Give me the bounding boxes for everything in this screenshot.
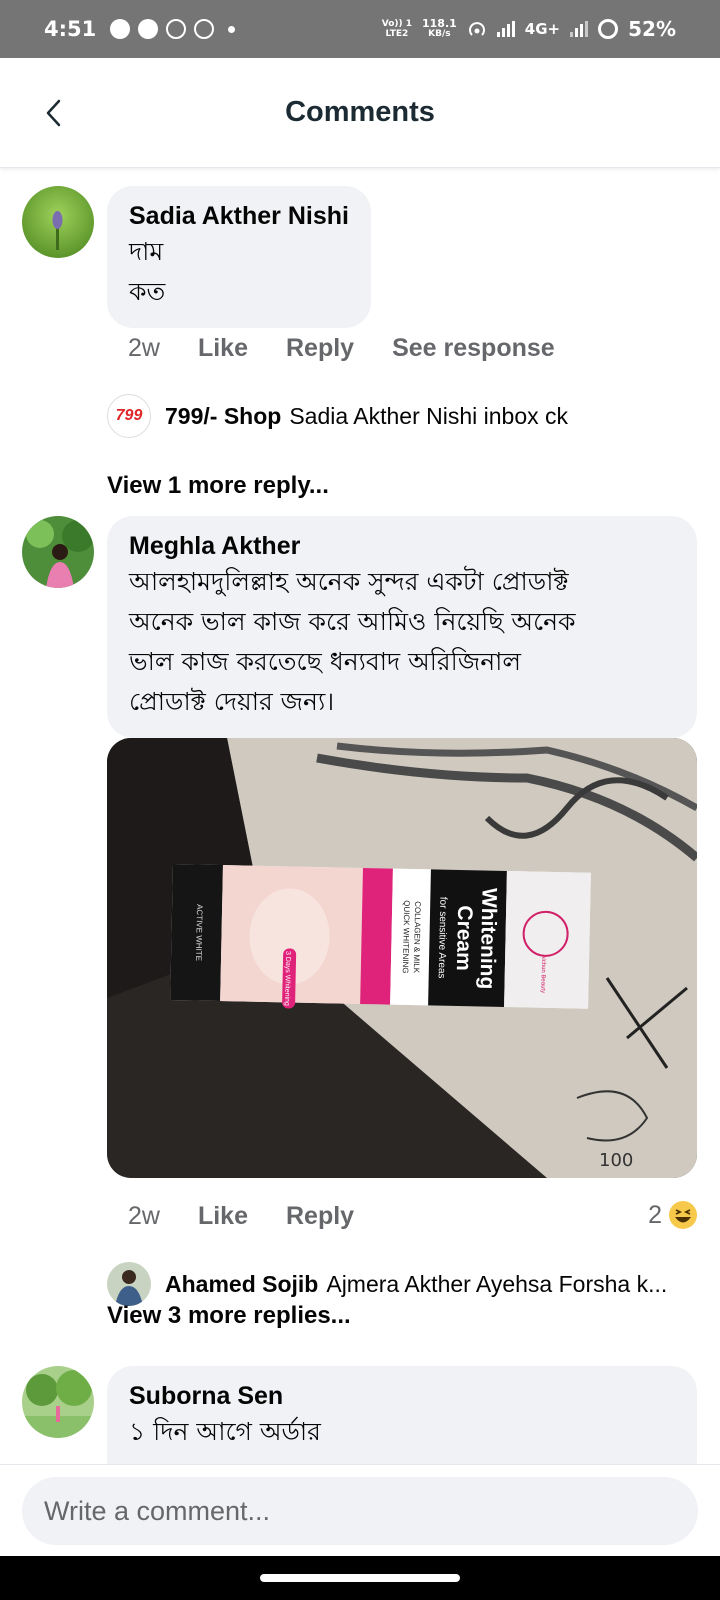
product-line-c: ACTIVE WHITE: [194, 904, 204, 961]
reply-button[interactable]: Reply: [286, 334, 354, 363]
reply-avatar[interactable]: 799: [107, 394, 151, 438]
messenger-icon: [138, 19, 159, 39]
more-notifications-icon: [228, 25, 236, 33]
reply-author[interactable]: Ahamed Sojib: [165, 1271, 318, 1298]
comments-feed[interactable]: Sadia Akther Nishi দাম কত 2w Like Reply …: [0, 168, 720, 1464]
laugh-emoji-icon: [669, 1201, 697, 1229]
product-line-b: QUICK WHITENING: [401, 900, 412, 974]
product-badge: 3 Days Whitening: [283, 951, 291, 1006]
signal-icon: [496, 21, 515, 37]
messenger-icon: [110, 19, 131, 39]
avatar-image: [107, 1262, 151, 1306]
view-more-replies-button[interactable]: View 1 more reply...: [107, 472, 329, 500]
status-bar: 4:51 Vo)) 1 LTE2 118.1 KB/s 4G+ 52%: [0, 0, 720, 58]
reply-preview[interactable]: Ahamed Sojib Ajmera Akther Ayehsa Forsha…: [107, 1262, 687, 1306]
avatar[interactable]: [22, 516, 94, 588]
like-button[interactable]: Like: [198, 334, 248, 363]
comment-actions: 2w Like Reply See response: [128, 334, 555, 363]
reply-preview[interactable]: 799 799/- Shop Sadia Akther Nishi inbox …: [107, 394, 687, 438]
network-type: 4G+: [524, 20, 561, 38]
comment-time: 2w: [128, 334, 160, 362]
shop-logo: 799: [115, 407, 143, 424]
comment-text-line: অনেক ভাল কাজ করে আমিও নিয়েছি অনেক: [129, 607, 576, 636]
avatar-image: [22, 516, 94, 588]
avatar[interactable]: [22, 1366, 94, 1438]
home-gesture-handle[interactable]: [260, 1574, 460, 1582]
product-line-a: COLLAGEN & MILK: [412, 901, 423, 974]
comment: Meghla Akther আলহামদুলিল্লাহ অনেক সুন্দর…: [0, 516, 720, 1356]
reply-button[interactable]: Reply: [286, 1202, 354, 1231]
comment-text-line: আলহামদুলিল্লাহ অনেক সুন্দর একটা প্রোডাক্…: [129, 567, 569, 596]
comment-photo[interactable]: 100 Whitening Cream for sensitive Areas …: [107, 738, 697, 1178]
reply-text: Ajmera Akther Ayehsa Forsha k...: [326, 1270, 668, 1297]
status-time: 4:51: [44, 17, 97, 41]
comment-text-line: দাম: [129, 237, 164, 266]
comment-author[interactable]: Sadia Akther Nishi: [129, 200, 349, 232]
comment-bubble[interactable]: Meghla Akther আলহামদুলিল্লাহ অনেক সুন্দর…: [107, 516, 697, 738]
product-subtitle: for sensitive Areas: [436, 897, 449, 979]
reactions[interactable]: 2: [648, 1200, 698, 1230]
like-button[interactable]: Like: [198, 1202, 248, 1231]
avatar[interactable]: [22, 186, 94, 258]
comment: Sadia Akther Nishi দাম কত 2w Like Reply …: [0, 186, 720, 499]
reply-author[interactable]: 799/- Shop: [165, 403, 281, 430]
reaction-count: 2: [648, 1200, 662, 1229]
comment-bubble[interactable]: Suborna Sen ১ দিন আগে অর্ডার: [107, 1366, 697, 1464]
handwriting-text: 100: [599, 1150, 633, 1171]
hotspot-icon: [468, 22, 485, 36]
reply-text: Sadia Akther Nishi inbox ck: [289, 402, 569, 429]
battery-icon: [598, 19, 619, 39]
comment-text-line: ১ দিন আগে অর্ডার: [129, 1417, 321, 1446]
data-saver-icon: [166, 19, 187, 39]
signal-icon-2: [570, 21, 589, 37]
volte-indicator: Vo)) 1 LTE2: [381, 19, 412, 39]
product-name-line1: Whitening: [475, 888, 500, 990]
comment-text-line: কত: [129, 277, 166, 306]
comment-text-line: প্রোডাক্ট দেয়ার জন্য।: [129, 687, 335, 716]
comment-text-line: ভাল কাজ করতেছে ধন্যবাদ অরিজিনাল: [129, 647, 521, 676]
comment-author[interactable]: Suborna Sen: [129, 1380, 675, 1412]
comment-composer: [0, 1464, 720, 1556]
reply-avatar[interactable]: [107, 1262, 151, 1306]
header: Comments: [0, 58, 720, 168]
comment-actions: 2w Like Reply: [128, 1202, 354, 1231]
product-brand: Aichun Beauty: [539, 954, 546, 993]
product-photo: 100 Whitening Cream for sensitive Areas …: [107, 738, 697, 1178]
status-right: Vo)) 1 LTE2 118.1 KB/s 4G+ 52%: [382, 17, 676, 41]
system-nav-bar: [0, 1556, 720, 1600]
view-more-replies-button[interactable]: View 3 more replies...: [107, 1302, 351, 1330]
notification-icons: [110, 19, 236, 39]
chevron-left-icon: [46, 99, 61, 127]
product-name-line2: Cream: [452, 905, 476, 971]
comment-time: 2w: [128, 1202, 160, 1230]
avatar-image: [22, 1366, 94, 1438]
see-response-button[interactable]: See response: [392, 334, 555, 363]
comment-bubble[interactable]: Sadia Akther Nishi দাম কত: [107, 186, 371, 328]
back-button[interactable]: [38, 93, 68, 133]
page-title: Comments: [285, 96, 435, 128]
comment-author[interactable]: Meghla Akther: [129, 530, 675, 562]
avatar-image: [22, 186, 94, 258]
network-speed: 118.1 KB/s: [422, 17, 457, 39]
battery-percent: 52%: [628, 17, 676, 41]
data-saver-icon: [194, 19, 215, 39]
comment: Suborna Sen ১ দিন আগে অর্ডার: [0, 1366, 720, 1464]
comment-input[interactable]: [22, 1477, 698, 1545]
